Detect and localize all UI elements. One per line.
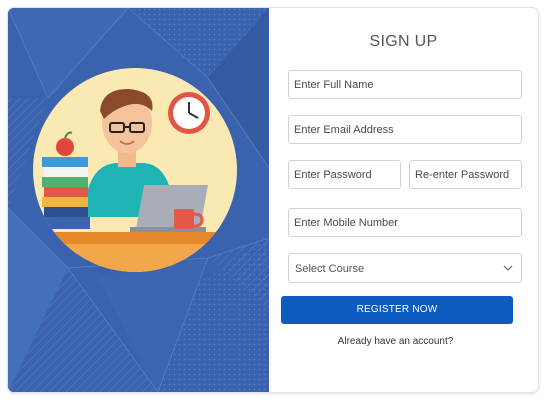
register-now-button[interactable]: REGISTER NOW	[281, 296, 513, 324]
illustration-panel	[8, 8, 269, 392]
email-input[interactable]	[288, 115, 522, 144]
form-panel: SIGN UP	[269, 8, 538, 392]
password-input[interactable]	[288, 160, 401, 189]
book-stack-icon	[42, 157, 90, 229]
student-illustration	[33, 68, 237, 272]
course-select-value: Select Course	[295, 263, 365, 275]
chevron-down-icon	[503, 265, 513, 271]
clock-icon	[168, 92, 210, 134]
login-link[interactable]: Already have an account?	[261, 336, 530, 347]
course-select[interactable]: Select Course	[288, 253, 522, 283]
page-title: SIGN UP	[369, 33, 438, 50]
reenter-password-input[interactable]	[409, 160, 522, 189]
mobile-number-input[interactable]	[288, 208, 522, 237]
full-name-input[interactable]	[288, 70, 522, 99]
signup-card: SIGN UP	[8, 8, 538, 392]
